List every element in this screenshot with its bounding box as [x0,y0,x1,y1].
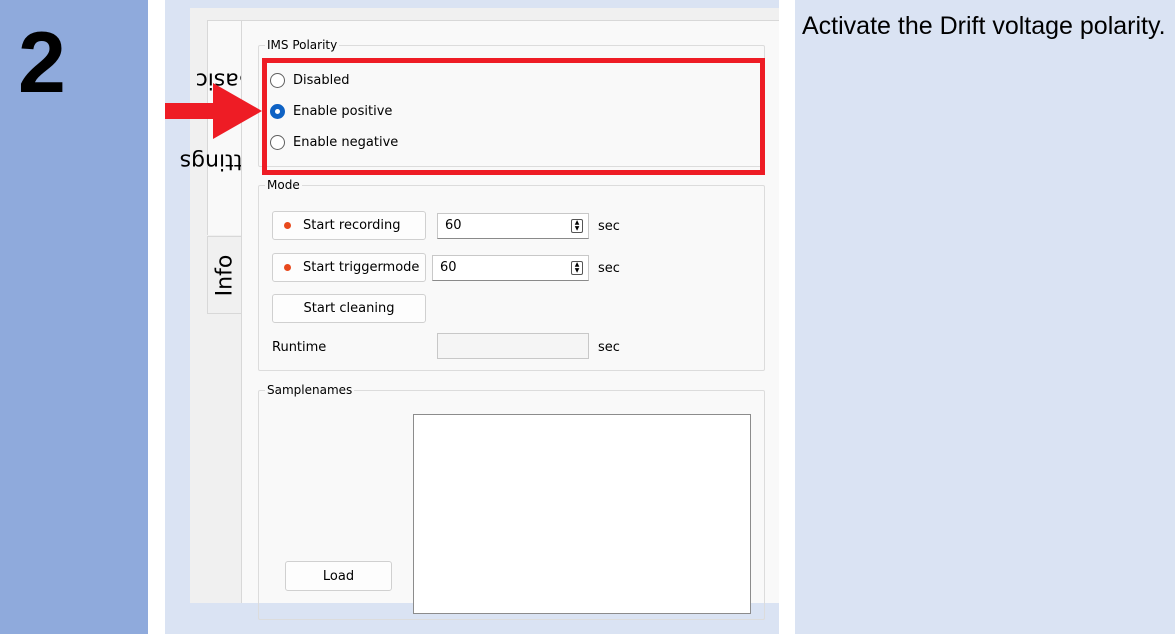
load-button[interactable]: Load [285,561,392,591]
mode-title: Mode [265,177,302,193]
tab-info-label: Info [212,254,238,296]
runtime-field [437,333,589,359]
arrow-icon [165,83,262,139]
highlight-box [262,58,765,175]
start-recording-button[interactable]: Start recording [272,211,426,240]
step-number: 2 [18,15,66,111]
description-panel [795,0,1175,634]
start-cleaning-button[interactable]: Start cleaning [272,294,426,323]
recording-unit: sec [598,219,620,234]
triggermode-unit: sec [598,261,620,276]
start-triggermode-label: Start triggermode [303,260,420,275]
start-cleaning-label: Start cleaning [303,301,395,316]
record-dot-icon [284,264,291,271]
samplenames-title: Samplenames [265,382,355,398]
ims-polarity-title: IMS Polarity [265,37,340,53]
samplenames-list[interactable] [413,414,751,614]
start-triggermode-button[interactable]: Start triggermode [272,253,426,282]
recording-duration-spinbox[interactable]: 60 [437,213,589,239]
tab-info[interactable]: Info [207,236,241,314]
runtime-label: Runtime [272,340,327,355]
spin-arrows-icon[interactable]: ▲ ▼ [571,261,583,275]
triggermode-duration-spinbox[interactable]: 60 [432,255,589,281]
record-dot-icon [284,222,291,229]
start-recording-label: Start recording [303,218,401,233]
instruction-text: Activate the Drift voltage polarity. [802,12,1166,40]
spin-arrows-icon[interactable]: ▲ ▼ [571,219,583,233]
runtime-unit: sec [598,340,620,355]
load-label: Load [322,568,355,584]
